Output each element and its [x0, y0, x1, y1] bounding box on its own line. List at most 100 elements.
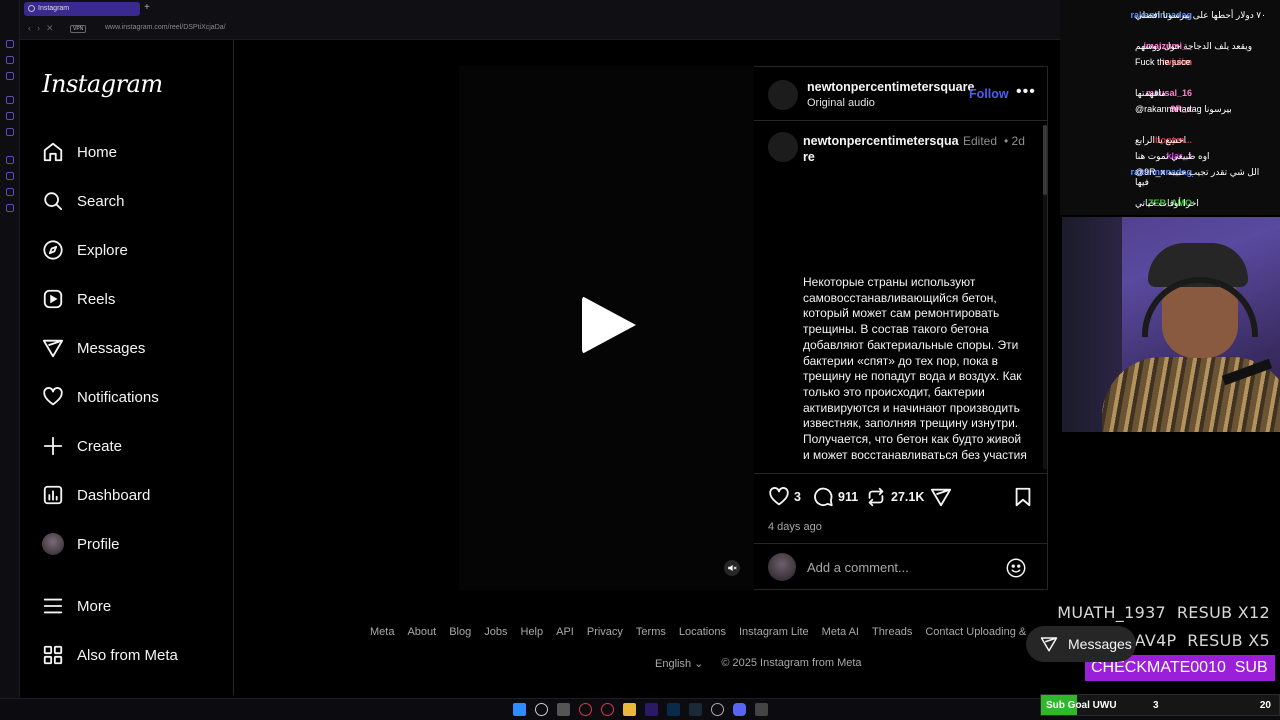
save-button[interactable] — [1012, 486, 1034, 508]
rail-icon[interactable] — [6, 56, 14, 64]
post-actions: 3 911 27.1K 4 days ago — [754, 473, 1048, 543]
like-button[interactable]: 3 — [768, 486, 801, 508]
nav-reels[interactable]: Reels — [42, 285, 222, 313]
nav-label: Also from Meta — [77, 646, 178, 664]
more-options-icon[interactable]: ••• — [1016, 83, 1036, 101]
alert-name: AV4P — [1134, 631, 1177, 650]
nav-explore[interactable]: Explore — [42, 236, 222, 264]
footer-link[interactable]: API — [556, 626, 574, 638]
chat-text: ويقعد يلف الدجاجة حول روسهم — [1135, 41, 1253, 51]
author-avatar[interactable] — [768, 80, 798, 110]
audio-link[interactable]: Original audio — [807, 97, 875, 109]
heart-icon — [769, 487, 789, 506]
sub-goal-bar: Sub Goal UWU 3 20 — [1040, 694, 1280, 716]
nav-notifications[interactable]: Notifications — [42, 383, 222, 411]
rail-icon[interactable] — [6, 112, 14, 120]
comment-icon — [814, 487, 833, 507]
instagram-logo[interactable]: Instagram — [42, 70, 163, 98]
settings-icon[interactable] — [711, 703, 724, 716]
nav-search[interactable]: Search — [42, 187, 222, 215]
nav-also-from-meta[interactable]: Also from Meta — [42, 641, 222, 669]
app-icon[interactable] — [755, 703, 768, 716]
caption-scrollbar[interactable] — [1043, 125, 1047, 469]
floating-messages-button[interactable]: Messages — [1026, 626, 1136, 662]
comment-input[interactable] — [807, 557, 997, 577]
caption-avatar[interactable] — [768, 132, 798, 162]
nav-arrows-icon[interactable]: ‹›✕ — [28, 23, 60, 34]
rail-icon[interactable] — [6, 72, 14, 80]
task-view-icon[interactable] — [557, 703, 570, 716]
alert-text: SUB — [1234, 659, 1268, 676]
nav-label: Dashboard — [77, 486, 151, 504]
footer-link[interactable]: Blog — [449, 626, 471, 638]
share-button[interactable] — [930, 486, 952, 508]
opera-icon[interactable] — [579, 703, 592, 716]
chat-text: ماقهمتها — [1135, 88, 1166, 98]
mute-button[interactable] — [724, 560, 740, 576]
post-details-panel: newtonpercentimetersquare Original audio… — [754, 66, 1048, 590]
search-icon[interactable] — [535, 703, 548, 716]
repost-button[interactable]: 27.1K — [865, 486, 924, 508]
play-icon[interactable] — [582, 296, 636, 354]
new-tab-icon[interactable]: + — [144, 2, 150, 13]
nav-messages[interactable]: Messages — [42, 334, 222, 362]
nav-more[interactable]: More — [42, 592, 222, 620]
photoshop-icon[interactable] — [667, 703, 680, 716]
rail-icon[interactable] — [6, 188, 14, 196]
footer-link[interactable]: Locations — [679, 626, 726, 638]
footer-link[interactable]: Privacy — [587, 626, 623, 638]
nav-profile[interactable]: Profile — [42, 530, 222, 558]
chat-text: Fuck the juice — [1135, 57, 1191, 67]
vpn-badge[interactable]: VPN — [70, 25, 87, 33]
nav-dashboard[interactable]: Dashboard — [42, 481, 222, 509]
footer-link[interactable]: Meta AI — [822, 626, 859, 638]
repost-icon — [868, 487, 884, 507]
reel-video[interactable] — [459, 66, 754, 590]
alert-text: RESUB X12 — [1176, 603, 1270, 622]
footer-link[interactable]: Help — [521, 626, 544, 638]
footer-link[interactable]: Instagram Lite — [739, 626, 809, 638]
browser-tab[interactable]: Instagram — [24, 2, 140, 16]
rail-icon[interactable] — [6, 96, 14, 104]
rail-icon[interactable] — [6, 204, 14, 212]
dashboard-icon — [42, 484, 64, 506]
tab-title: Instagram — [38, 5, 70, 12]
premiere-icon[interactable] — [645, 703, 658, 716]
discord-icon[interactable] — [733, 703, 746, 716]
follow-button[interactable]: Follow — [969, 87, 1009, 101]
opera-gx-icon[interactable] — [601, 703, 614, 716]
folder-icon[interactable] — [623, 703, 636, 716]
nav-create[interactable]: Create — [42, 432, 222, 460]
language-select[interactable]: English ⌄ — [655, 657, 703, 670]
footer-link[interactable]: About — [407, 626, 436, 638]
footer-link[interactable]: Terms — [636, 626, 666, 638]
steam-icon[interactable] — [689, 703, 702, 716]
alert-name: MUATH_1937 — [1057, 603, 1167, 622]
chevron-down-icon: ⌄ — [694, 658, 704, 670]
author-username[interactable]: newtonpercentimetersquare — [807, 80, 974, 94]
nav-label: Home — [77, 143, 118, 161]
footer-link[interactable]: Meta — [370, 626, 394, 638]
caption-time: • 2d — [1004, 133, 1034, 149]
comment-button[interactable]: 911 — [812, 486, 858, 508]
rail-icon[interactable] — [6, 128, 14, 136]
scroll-thumb[interactable] — [1043, 125, 1047, 195]
footer-link[interactable]: Contact Uploading & Non-Users — [925, 626, 1030, 638]
rail-icon[interactable] — [6, 172, 14, 180]
post-date: 4 days ago — [768, 521, 822, 533]
chat-text: ٧٠ دولار أحطها على بيرسونا افضلي — [1135, 10, 1266, 20]
browser-side-rail — [0, 0, 20, 698]
rail-icon[interactable] — [6, 40, 14, 48]
nav-label: Profile — [77, 535, 120, 553]
caption-username[interactable]: newtonpercentimetersquare — [803, 133, 961, 165]
emoji-icon[interactable] — [1005, 557, 1027, 579]
rail-icon[interactable] — [6, 156, 14, 164]
footer-link[interactable]: Jobs — [484, 626, 507, 638]
footer-link[interactable]: Threads — [872, 626, 912, 638]
url-field[interactable]: www.instagram.com/reel/DSPtiXcjaDa/ — [105, 24, 226, 31]
nav-home[interactable]: Home — [42, 138, 222, 166]
resub-alert: MUATH_1937 RESUB X12 — [1057, 603, 1270, 622]
heart-icon — [42, 386, 64, 408]
chat-text: اخشع يا الرابع — [1135, 135, 1187, 145]
windows-start-icon[interactable] — [513, 703, 526, 716]
